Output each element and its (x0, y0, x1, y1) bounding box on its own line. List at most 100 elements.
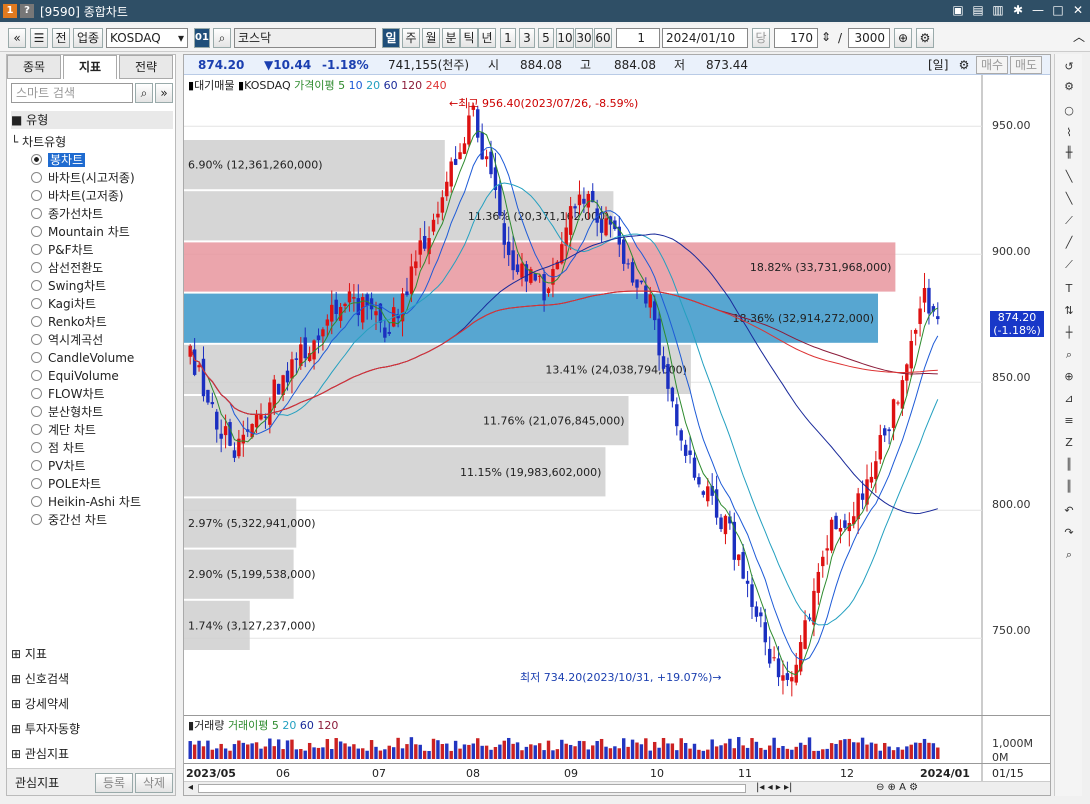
section-type[interactable]: ■ 유형 (11, 111, 173, 129)
chart-type-option[interactable]: Heikin-Ashi 차트 (31, 493, 141, 511)
pin-icon[interactable]: ▣ (950, 2, 966, 18)
date-field[interactable]: 2024/01/10 (662, 28, 748, 48)
chart-type-option[interactable]: PV차트 (31, 457, 86, 475)
collapse-icon[interactable]: ︿ (1072, 28, 1086, 48)
text-icon[interactable]: T (1058, 280, 1080, 298)
columns-icon[interactable]: ║ (1058, 478, 1080, 496)
smart-search-input[interactable]: 스마트 검색 (11, 83, 133, 103)
stepper-icon[interactable]: ⇕ (820, 28, 832, 48)
tab-stock[interactable]: 종목 (7, 55, 61, 79)
chart-type-option[interactable]: 종가선차트 (31, 205, 103, 223)
radio-icon[interactable] (31, 496, 42, 507)
radio-icon[interactable] (31, 316, 42, 327)
category-button[interactable]: 업종 (73, 28, 103, 48)
chart-type-option[interactable]: CandleVolume (31, 349, 134, 367)
search-icon[interactable]: ⌕ (1058, 546, 1080, 564)
period-minute[interactable]: 분 (442, 28, 460, 48)
link-icon[interactable]: ▤ (970, 2, 986, 18)
zoom-in-icon[interactable]: ⊕ (1058, 368, 1080, 386)
close-icon[interactable]: ✕ (1070, 2, 1086, 18)
chart-type-option[interactable]: EquiVolume (31, 367, 119, 385)
folder-indicator[interactable]: ⊞ 지표 (11, 645, 47, 663)
min-3[interactable]: 3 (519, 28, 535, 48)
zoom-icon[interactable]: ⊕ (894, 28, 912, 48)
radio-icon[interactable] (31, 244, 42, 255)
playback-controls[interactable]: |◂ ◂ ▸ ▸| (756, 782, 792, 793)
menu-button[interactable]: ☰ (30, 28, 48, 48)
zoom-controls[interactable]: ⊖ ⊕ A ⚙ (876, 782, 918, 793)
parallel-line-icon[interactable]: ╲ (1058, 190, 1080, 208)
undo-icon[interactable]: ↶ (1058, 502, 1080, 520)
crosshair-icon[interactable]: ┼ (1058, 324, 1080, 342)
register-button[interactable]: 등록 (95, 773, 133, 793)
min-60[interactable]: 60 (594, 28, 612, 48)
zigzag-icon[interactable]: Z (1058, 434, 1080, 452)
period-day[interactable]: 일 (382, 28, 400, 48)
chart-type-option[interactable]: POLE차트 (31, 475, 101, 493)
buy-button[interactable]: 매수 (976, 56, 1008, 74)
scale-icon[interactable]: ≡ (1058, 412, 1080, 430)
magnifier-icon[interactable]: ⌕ (1058, 346, 1080, 364)
chart-icon[interactable]: ⌇ (1058, 124, 1080, 142)
chart-type-option[interactable]: 중간선 차트 (31, 511, 107, 529)
folder-favorite[interactable]: ⊞ 관심지표 (11, 745, 69, 763)
radio-icon[interactable] (31, 226, 42, 237)
folder-strength[interactable]: ⊞ 강세약세 (11, 695, 69, 713)
radio-icon[interactable] (31, 190, 42, 201)
code-box[interactable]: 01 (194, 28, 210, 48)
min-10[interactable]: 10 (556, 28, 574, 48)
period-month[interactable]: 월 (422, 28, 440, 48)
gear-icon[interactable]: ⚙ (1058, 78, 1080, 96)
delete-button[interactable]: 삭제 (135, 773, 173, 793)
gear-icon[interactable]: ⚙ (956, 55, 972, 75)
chart-type-option[interactable]: 점 차트 (31, 439, 85, 457)
candle-icon[interactable]: ╫ (1058, 144, 1080, 162)
nav-prev-button[interactable]: « (8, 28, 26, 48)
help-icon[interactable]: ? (20, 4, 34, 18)
radio-icon[interactable] (31, 442, 42, 453)
chevron-down-icon[interactable]: » (155, 83, 173, 103)
min-30[interactable]: 30 (575, 28, 593, 48)
chart-type-option[interactable]: Kagi차트 (31, 295, 96, 313)
period-tick[interactable]: 틱 (460, 28, 478, 48)
maximize-icon[interactable]: □ (1050, 2, 1066, 18)
search-icon[interactable]: ⌕ (135, 83, 153, 103)
line-icon[interactable]: ╱ (1058, 234, 1080, 252)
angle-line-icon[interactable]: ⟋ (1058, 212, 1080, 230)
chart-type-option[interactable]: 삼선전환도 (31, 259, 103, 277)
search-icon[interactable]: ⌕ (213, 28, 231, 48)
circle-icon[interactable]: ○ (1058, 102, 1080, 120)
chart-type-option[interactable]: P&F차트 (31, 241, 94, 259)
chart-type-group[interactable]: └ 차트유형 (11, 133, 66, 151)
chart-type-option[interactable]: Mountain 차트 (31, 223, 130, 241)
tab-indicator[interactable]: 지표 (63, 55, 117, 79)
chart-type-option[interactable]: FLOW차트 (31, 385, 105, 403)
auto-icon[interactable]: ⟋ (1058, 256, 1080, 274)
chart-type-option[interactable]: 분산형차트 (31, 403, 103, 421)
radio-icon[interactable] (31, 460, 42, 471)
min-1[interactable]: 1 (500, 28, 516, 48)
chart-type-option[interactable]: 역시계곡선 (31, 331, 103, 349)
radio-icon[interactable] (31, 478, 42, 489)
sell-button[interactable]: 매도 (1010, 56, 1042, 74)
radio-icon[interactable] (31, 334, 42, 345)
scroll-left-icon[interactable]: ◂ (188, 782, 193, 793)
chart-area[interactable]: 874.20 ▼10.44 -1.18% 741,155(천주) 시 884.0… (183, 54, 1051, 796)
trend-line-icon[interactable]: ╲ (1058, 168, 1080, 186)
folder-signal[interactable]: ⊞ 신호검색 (11, 670, 69, 688)
minimize-icon[interactable]: — (1030, 2, 1046, 18)
chart-type-option[interactable]: Swing차트 (31, 277, 106, 295)
count-field[interactable]: 170 (774, 28, 818, 48)
radio-icon[interactable] (31, 388, 42, 399)
scroll-bar[interactable]: ◂ |◂ ◂ ▸ ▸| ⊖ ⊕ A ⚙ (184, 781, 1050, 795)
redo-icon[interactable]: ↷ (1058, 524, 1080, 542)
settings-icon[interactable]: ✱ (1010, 2, 1026, 18)
price-chart[interactable]: 6.90% (12,361,260,000)11.36% (20,371,162… (184, 75, 1050, 795)
jeon-button[interactable]: 전 (52, 28, 70, 48)
period-week[interactable]: 주 (402, 28, 420, 48)
dang-button[interactable]: 당 (752, 28, 770, 48)
radio-icon[interactable] (31, 424, 42, 435)
tab-strategy[interactable]: 전략 (119, 55, 173, 79)
radio-icon[interactable] (31, 406, 42, 417)
radio-icon[interactable] (31, 514, 42, 525)
